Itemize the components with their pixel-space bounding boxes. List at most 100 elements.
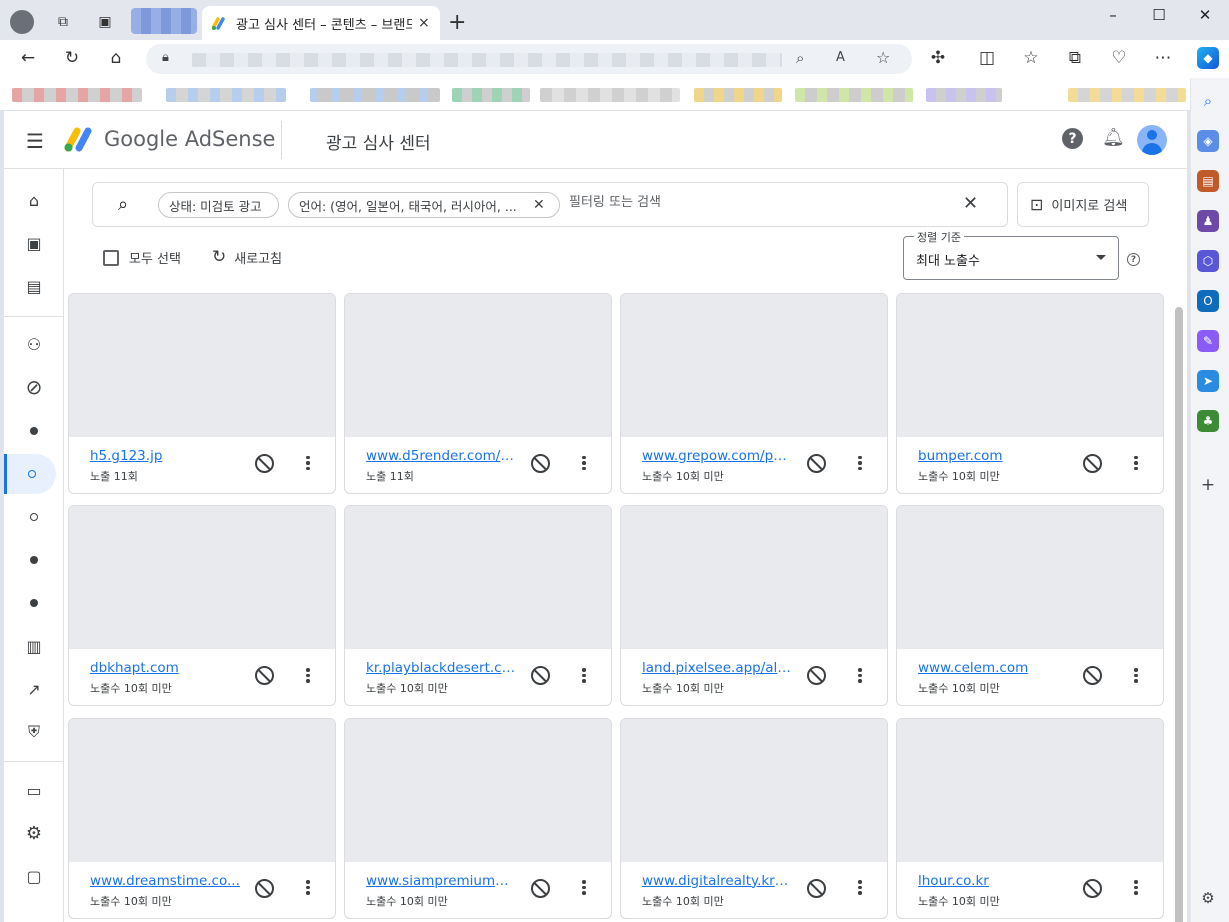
zoom-icon[interactable]: ⌕ bbox=[796, 49, 804, 67]
language-filter-chip[interactable]: 언어: (영어, 일본어, 태국어, 러시아어, ... ✕ bbox=[288, 192, 560, 218]
more-options-icon[interactable] bbox=[302, 452, 314, 474]
games-icon[interactable]: ♟ bbox=[1197, 210, 1219, 232]
nav-ads-icon[interactable]: ▣ bbox=[4, 223, 64, 263]
bookmark-item[interactable] bbox=[310, 88, 440, 102]
block-ad-icon[interactable] bbox=[255, 454, 274, 473]
extensions-icon[interactable]: ✣ bbox=[926, 48, 950, 70]
active-tab[interactable]: 광고 심사 센터 – 콘텐츠 – 브랜드 × bbox=[202, 6, 440, 40]
lock-icon[interactable]: 🔒︎ bbox=[162, 50, 169, 65]
select-all-checkbox[interactable]: 모두 선택 bbox=[103, 248, 181, 267]
block-ad-icon[interactable] bbox=[1083, 454, 1102, 473]
ad-thumbnail[interactable] bbox=[621, 506, 887, 650]
block-ad-icon[interactable] bbox=[531, 454, 550, 473]
checkbox-box[interactable] bbox=[103, 249, 119, 266]
more-options-icon[interactable] bbox=[854, 877, 866, 899]
block-ad-icon[interactable] bbox=[1083, 666, 1102, 686]
nav-privacy-icon[interactable]: ⚇ bbox=[4, 324, 64, 364]
browser-essentials-icon[interactable]: ♡ bbox=[1107, 48, 1131, 70]
block-ad-icon[interactable] bbox=[255, 666, 274, 686]
ad-url-link[interactable]: www.grepow.com/pa... bbox=[642, 448, 792, 464]
bookmark-item[interactable] bbox=[452, 88, 530, 102]
bookmark-item[interactable] bbox=[166, 88, 286, 102]
close-window-button[interactable]: ✕ bbox=[1193, 6, 1217, 24]
nav-optimization-icon[interactable]: ↗ bbox=[4, 669, 64, 709]
tab-close-icon[interactable]: × bbox=[418, 15, 430, 31]
block-ad-icon[interactable] bbox=[255, 878, 274, 898]
ad-card[interactable]: www.siampremiumou... 노출수 10회 미만 bbox=[344, 717, 612, 919]
toolbox-icon[interactable]: ▤ bbox=[1197, 170, 1219, 192]
ad-card[interactable]: www.grepow.com/pa... 노출수 10회 미만 bbox=[620, 293, 888, 494]
more-options-icon[interactable] bbox=[854, 452, 866, 474]
menu-icon[interactable]: ☰ bbox=[26, 129, 44, 153]
image-search-button[interactable]: ⊡ 이미지로 검색 bbox=[1017, 182, 1149, 227]
nav-feedback-icon[interactable]: ▢ bbox=[4, 856, 64, 896]
home-icon[interactable]: ⌂ bbox=[104, 48, 128, 70]
ad-thumbnail[interactable] bbox=[621, 294, 887, 437]
more-options-icon[interactable] bbox=[302, 664, 314, 686]
filter-search-input[interactable] bbox=[569, 195, 949, 210]
block-ad-icon[interactable] bbox=[807, 878, 826, 898]
ad-thumbnail[interactable] bbox=[897, 718, 1163, 862]
ad-url-link[interactable]: h5.g123.jp bbox=[90, 448, 240, 464]
tab-actions-icon[interactable]: ▣ bbox=[95, 12, 115, 32]
ad-url-link[interactable]: www.d5render.com/?... bbox=[366, 448, 516, 464]
ad-card[interactable]: www.celem.com 노출수 10회 미만 bbox=[896, 505, 1164, 707]
ad-thumbnail[interactable] bbox=[897, 506, 1163, 650]
favorites-icon[interactable]: ☆ bbox=[1019, 48, 1043, 70]
copilot-icon[interactable]: ◆ bbox=[1197, 47, 1219, 69]
more-options-icon[interactable] bbox=[1130, 664, 1142, 686]
split-screen-icon[interactable]: ◫ bbox=[975, 48, 999, 70]
maximize-button[interactable]: ☐ bbox=[1147, 6, 1171, 24]
reload-icon[interactable]: ↻ bbox=[60, 48, 84, 70]
ad-url-link[interactable]: bumper.com bbox=[918, 448, 1068, 464]
ad-card[interactable]: dbkhapt.com 노출수 10회 미만 bbox=[68, 505, 336, 707]
search-icon[interactable]: ⌕ bbox=[1197, 90, 1219, 112]
clear-search-icon[interactable]: ✕ bbox=[963, 193, 978, 214]
more-options-icon[interactable] bbox=[578, 452, 590, 474]
microsoft365-icon[interactable]: ⬡ bbox=[1197, 250, 1219, 272]
refresh-button[interactable]: ↻ 새로고침 bbox=[212, 247, 282, 267]
nav-sites-icon[interactable]: ▤ bbox=[4, 266, 64, 306]
ad-thumbnail[interactable] bbox=[69, 718, 335, 862]
ad-url-link[interactable]: kr.playblackdesert.com bbox=[366, 660, 516, 676]
nav-sub-item-5[interactable] bbox=[4, 583, 64, 623]
settings-more-icon[interactable]: ⋯ bbox=[1151, 48, 1175, 70]
ad-url-link[interactable]: www.siampremiumou... bbox=[366, 873, 516, 889]
more-options-icon[interactable] bbox=[854, 664, 866, 686]
ad-thumbnail[interactable] bbox=[345, 294, 611, 437]
sort-select[interactable]: 정렬 기준 최대 노출수 bbox=[903, 229, 1119, 280]
bookmark-item[interactable] bbox=[1068, 88, 1186, 102]
blurred-tab[interactable] bbox=[131, 8, 197, 34]
bookmark-item[interactable] bbox=[12, 88, 142, 102]
ad-card[interactable]: h5.g123.jp 노출 11회 bbox=[68, 293, 336, 494]
minimize-button[interactable]: – bbox=[1101, 6, 1125, 24]
ad-thumbnail[interactable] bbox=[621, 718, 887, 862]
collections-icon[interactable]: ⧉ bbox=[1063, 48, 1087, 70]
block-ad-icon[interactable] bbox=[807, 666, 826, 686]
block-ad-icon[interactable] bbox=[531, 666, 550, 686]
ad-card[interactable]: land.pixelsee.app/all_... 노출수 10회 미만 bbox=[620, 505, 888, 707]
profile-icon[interactable] bbox=[10, 10, 34, 34]
account-avatar[interactable] bbox=[1137, 125, 1167, 155]
ad-url-link[interactable]: lhour.co.kr bbox=[918, 873, 1068, 889]
more-options-icon[interactable] bbox=[302, 877, 314, 899]
more-options-icon[interactable] bbox=[578, 877, 590, 899]
nav-payments-icon[interactable]: ▭ bbox=[4, 770, 64, 810]
nav-reports-icon[interactable]: ▥ bbox=[4, 626, 64, 666]
ad-card[interactable]: bumper.com 노출수 10회 미만 bbox=[896, 293, 1164, 494]
add-sidebar-icon[interactable]: + bbox=[1197, 474, 1219, 496]
nav-settings-icon[interactable]: ⚙ bbox=[4, 813, 64, 853]
more-options-icon[interactable] bbox=[578, 664, 590, 686]
ad-thumbnail[interactable] bbox=[345, 718, 611, 862]
nav-block-icon[interactable]: ⊘ bbox=[4, 367, 64, 407]
ad-url-link[interactable]: dbkhapt.com bbox=[90, 660, 240, 676]
back-icon[interactable]: ← bbox=[16, 48, 40, 70]
tag-icon[interactable]: ◈ bbox=[1197, 130, 1219, 152]
nav-sub-item-4[interactable] bbox=[4, 540, 64, 580]
block-ad-icon[interactable] bbox=[807, 454, 826, 473]
nav-sub-item-ad-review[interactable] bbox=[4, 454, 56, 494]
designer-icon[interactable]: ✎ bbox=[1197, 330, 1219, 352]
sidebar-settings-icon[interactable]: ⚙ bbox=[1197, 887, 1219, 909]
ad-thumbnail[interactable] bbox=[69, 506, 335, 650]
more-options-icon[interactable] bbox=[1130, 877, 1142, 899]
